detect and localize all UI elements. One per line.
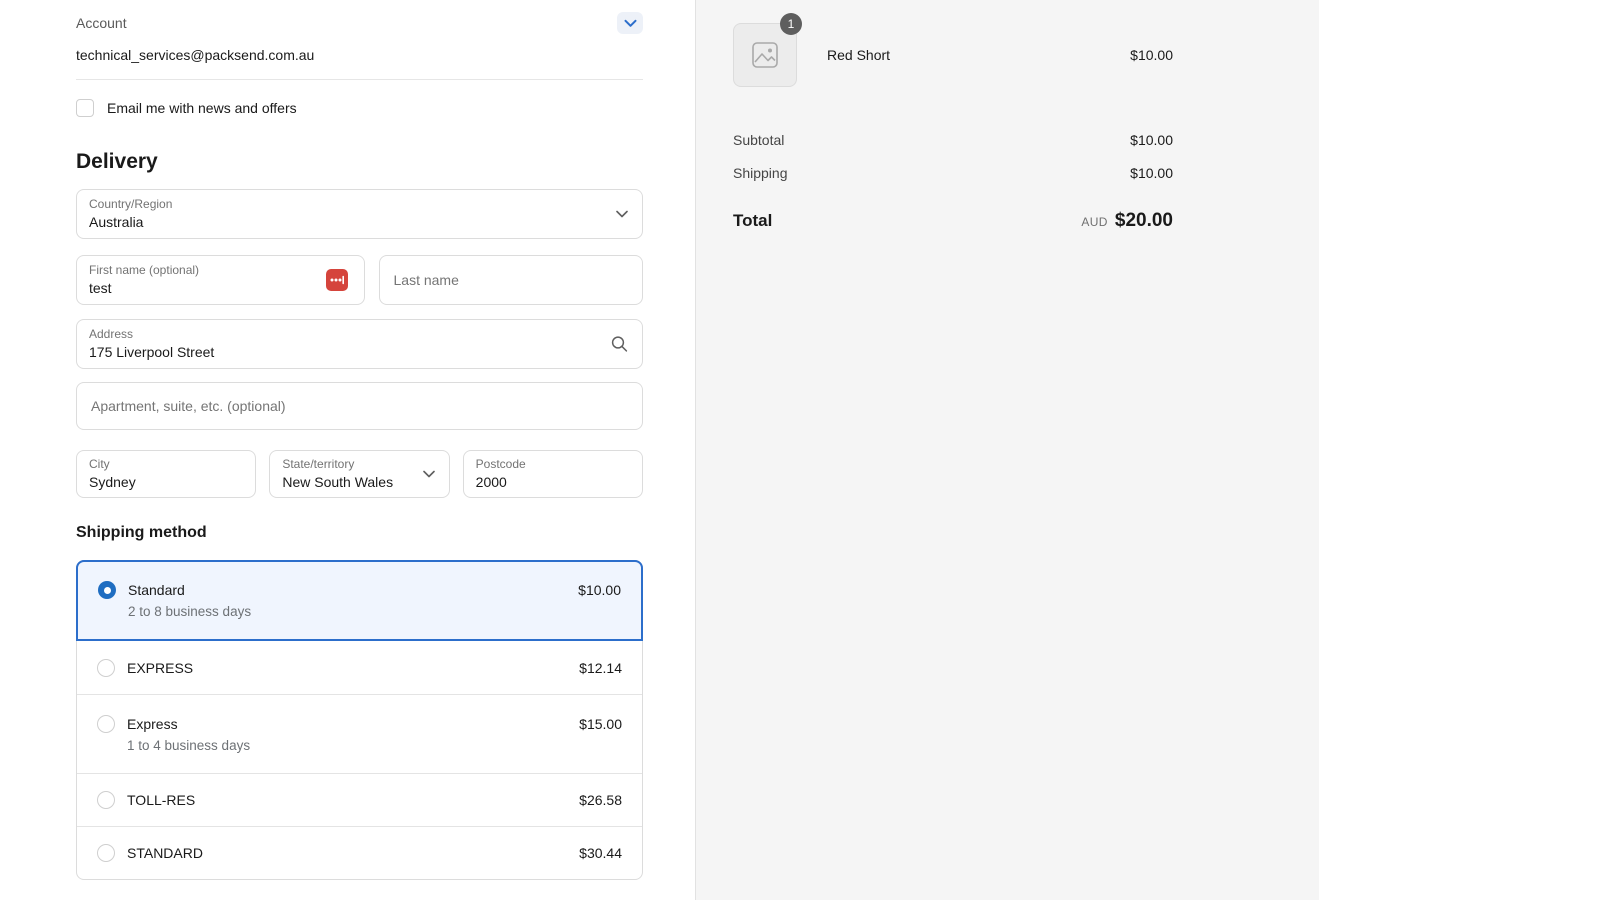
account-section-label: Account: [76, 15, 127, 31]
subtotal-label: Subtotal: [733, 132, 784, 148]
shipping-option-name: Standard: [128, 581, 251, 599]
product-name: Red Short: [827, 47, 890, 63]
newsletter-label: Email me with news and offers: [107, 100, 297, 116]
shipping-option-name: Express: [127, 715, 250, 733]
newsletter-row: Email me with news and offers: [76, 99, 643, 117]
city-input[interactable]: [89, 474, 243, 490]
shipping-label: Shipping: [733, 165, 788, 181]
shipping-option-name: STANDARD: [127, 844, 203, 862]
address-label: Address: [89, 327, 630, 342]
radio-unselected-icon[interactable]: [97, 715, 115, 733]
country-label: Country/Region: [89, 197, 630, 212]
address-input[interactable]: [89, 344, 630, 360]
state-label: State/territory: [282, 457, 436, 472]
shipping-option-detail: 2 to 8 business days: [128, 603, 251, 621]
first-name-field[interactable]: First name (optional): [76, 255, 365, 305]
shipping-option-standard[interactable]: Standard 2 to 8 business days $10.00: [76, 560, 643, 641]
shipping-option-price: $10.00: [578, 581, 621, 599]
shipping-option-standard-upper[interactable]: STANDARD $30.44: [77, 826, 642, 879]
account-email: technical_services@packsend.com.au: [76, 47, 643, 63]
quantity-badge: 1: [780, 13, 802, 35]
postcode-field[interactable]: Postcode: [463, 450, 643, 498]
shipping-value: $10.00: [1130, 165, 1173, 181]
currency-code: AUD: [1081, 215, 1108, 229]
shipping-option-detail: 1 to 4 business days: [127, 737, 250, 755]
state-select[interactable]: State/territory New South Wales: [269, 450, 449, 498]
postcode-label: Postcode: [476, 457, 630, 472]
state-value: New South Wales: [282, 474, 436, 490]
country-value: Australia: [89, 214, 630, 230]
order-summary-panel: 1 Red Short $10.00 Subtotal $10.00 Shipp…: [695, 0, 1319, 900]
account-divider: [76, 79, 643, 80]
shipping-row: Shipping $10.00: [733, 165, 1173, 181]
radio-unselected-icon[interactable]: [97, 844, 115, 862]
total-value: $20.00: [1115, 210, 1173, 232]
search-icon: [611, 336, 628, 353]
city-label: City: [89, 457, 243, 472]
chevron-down-icon: [423, 470, 435, 478]
country-select[interactable]: Country/Region Australia: [76, 189, 643, 239]
shipping-method-heading: Shipping method: [76, 524, 643, 542]
shipping-option-price: $15.00: [579, 715, 622, 733]
account-section-header: Account: [76, 0, 643, 34]
radio-unselected-icon[interactable]: [97, 791, 115, 809]
subtotal-value: $10.00: [1130, 132, 1173, 148]
shipping-option-toll-res[interactable]: TOLL-RES $26.58: [77, 773, 642, 826]
apartment-input[interactable]: [77, 383, 642, 429]
subtotal-row: Subtotal $10.00: [733, 132, 1173, 148]
checkout-form-column: Account technical_services@packsend.com.…: [0, 0, 695, 900]
image-placeholder-icon: [751, 41, 779, 69]
account-collapse-button[interactable]: [617, 12, 643, 34]
lastpass-autofill-icon[interactable]: [326, 269, 348, 291]
product-thumbnail: 1: [733, 23, 797, 87]
shipping-options-list: Standard 2 to 8 business days $10.00 EXP…: [76, 560, 643, 880]
radio-selected-icon[interactable]: [98, 581, 116, 599]
address-field[interactable]: Address: [76, 319, 643, 369]
cart-line-item: 1 Red Short $10.00: [733, 23, 1173, 87]
shipping-option-express[interactable]: Express 1 to 4 business days $15.00: [77, 694, 642, 773]
newsletter-checkbox[interactable]: [76, 99, 94, 117]
shipping-option-express-upper[interactable]: EXPRESS $12.14: [77, 641, 642, 694]
total-row: Total AUD $20.00: [733, 210, 1173, 232]
apartment-field[interactable]: [76, 382, 643, 430]
total-label: Total: [733, 211, 772, 231]
delivery-heading: Delivery: [76, 150, 643, 174]
shipping-option-price: $12.14: [579, 659, 622, 677]
last-name-input[interactable]: [380, 256, 643, 304]
chevron-down-icon: [624, 19, 637, 28]
shipping-option-price: $26.58: [579, 791, 622, 809]
shipping-option-name: TOLL-RES: [127, 791, 195, 809]
first-name-label: First name (optional): [89, 263, 352, 278]
last-name-field[interactable]: [379, 255, 644, 305]
postcode-input[interactable]: [476, 474, 630, 490]
product-price: $10.00: [1130, 47, 1173, 63]
city-field[interactable]: City: [76, 450, 256, 498]
chevron-down-icon: [616, 210, 628, 218]
shipping-option-price: $30.44: [579, 844, 622, 862]
radio-unselected-icon[interactable]: [97, 659, 115, 677]
first-name-input[interactable]: [89, 280, 352, 296]
shipping-option-name: EXPRESS: [127, 659, 193, 677]
